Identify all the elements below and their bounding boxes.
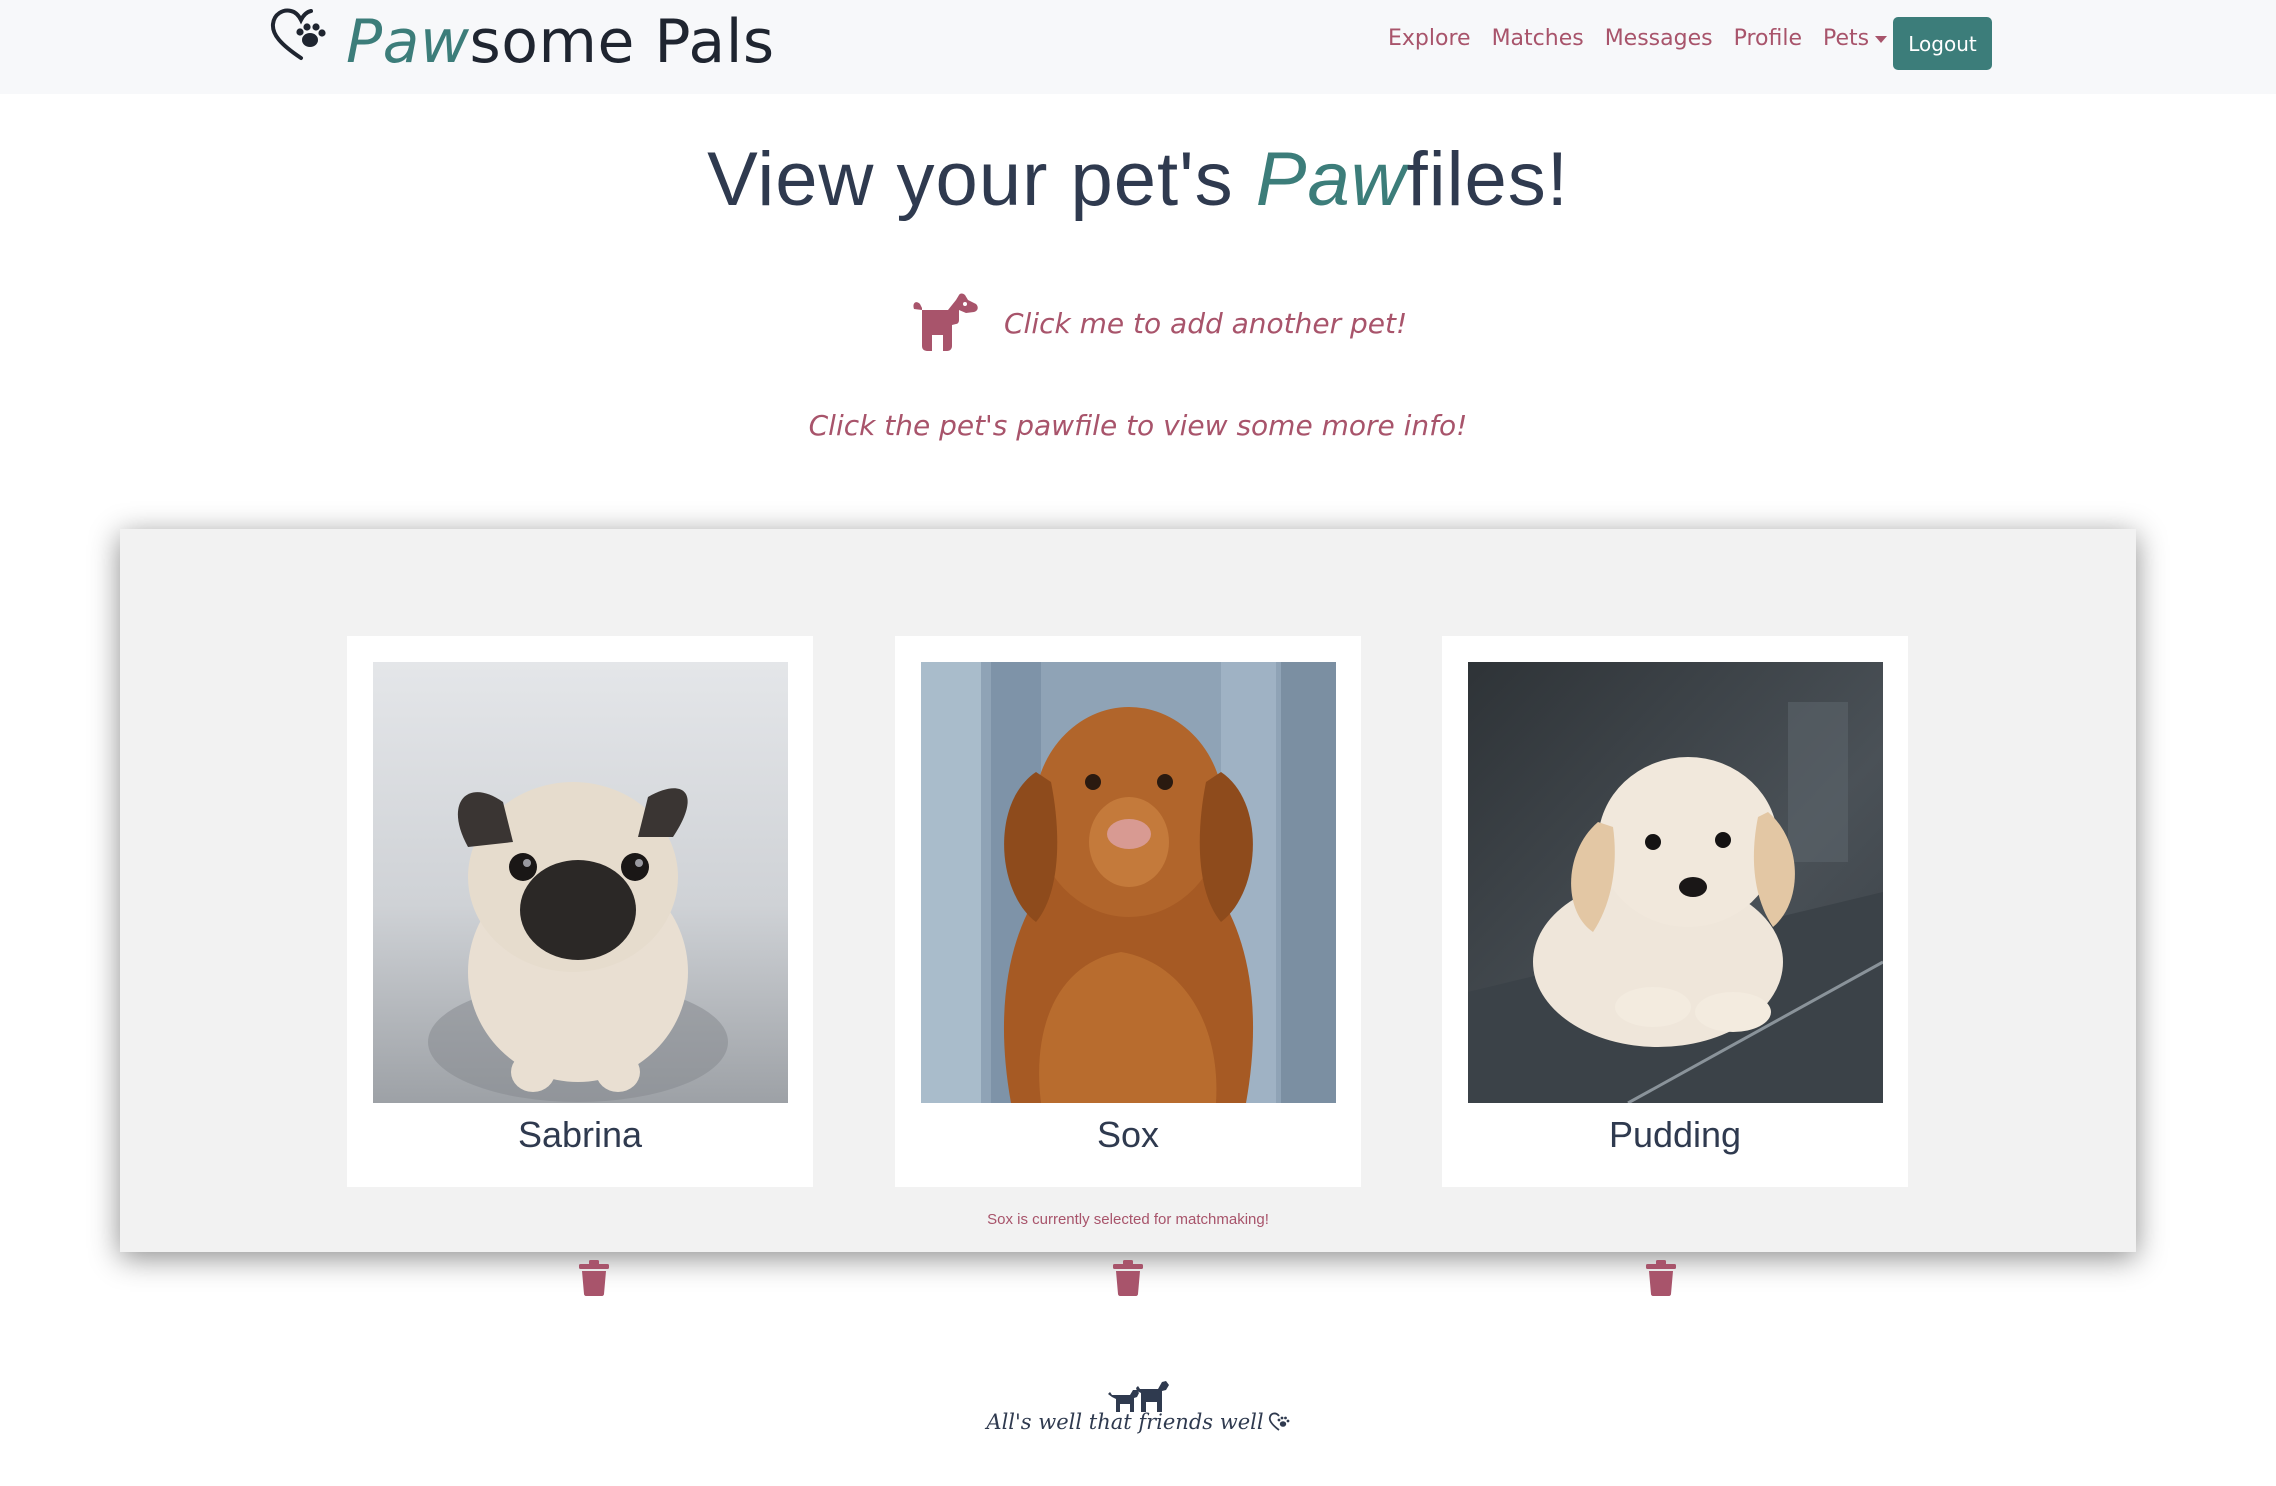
puppy-photo [1468,662,1883,1103]
nav-profile[interactable]: Profile [1734,26,1802,51]
trash-icon[interactable] [579,1260,609,1296]
instruction-text: Click the pet's pawfile to view some mor… [808,409,1468,442]
dog-icon [913,293,978,351]
page-title: View your pet's Pawfiles! [0,136,2276,223]
footer: All's well that friends well [0,1378,2276,1434]
nav-messages[interactable]: Messages [1605,26,1713,51]
logout-button[interactable]: Logout [1893,17,1992,70]
dogs-icon [1108,1381,1169,1412]
add-pet-label: Click me to add another pet! [1004,306,1408,340]
footer-tagline-text: All's well that friends well [986,1410,1264,1434]
pet-card-pudding[interactable]: Pudding [1442,636,1908,1187]
brand[interactable]: Pawsome Pals [270,2,775,82]
trash-icon[interactable] [1646,1260,1676,1296]
retriever-photo [921,662,1336,1103]
caret-down-icon [1875,36,1888,43]
title-suffix: files! [1406,137,1569,222]
brand-paw: Paw [346,7,470,77]
footer-tagline: All's well that friends well [986,1410,1289,1434]
pet-name: Sox [1096,1114,1160,1155]
nav-pets-label: Pets [1822,26,1870,51]
pet-card-sabrina[interactable]: Sabrina [347,636,813,1187]
heart-paw-logo-icon [270,8,326,60]
selection-note: Sox is currently selected for matchmakin… [987,1211,1269,1228]
add-pet-link[interactable]: Click me to add another pet! [910,292,1407,354]
nav-matches[interactable]: Matches [1492,26,1584,51]
pet-card-sox[interactable]: Sox [895,636,1361,1187]
pet-name: Pudding [1608,1114,1742,1155]
brand-name: Pawsome Pals [346,7,775,77]
pet-name: Sabrina [517,1114,643,1155]
nav-pets-dropdown[interactable]: Pets [1822,26,1888,51]
nav-links: Explore Matches Messages Profile Pets [1388,26,1908,51]
nav-explore[interactable]: Explore [1388,26,1471,51]
brand-suffix: some Pals [469,7,775,77]
title-prefix: View your pet's [707,137,1256,222]
pug-photo [373,662,788,1103]
title-paw: Paw [1255,137,1407,222]
pets-panel: Sabrina Sox Pudding Sox is currently sel… [120,529,2136,1252]
navbar: Pawsome Pals Explore Matches Messages Pr… [0,0,2276,94]
heart-paw-icon [1268,1412,1289,1431]
trash-icon[interactable] [1113,1260,1143,1296]
